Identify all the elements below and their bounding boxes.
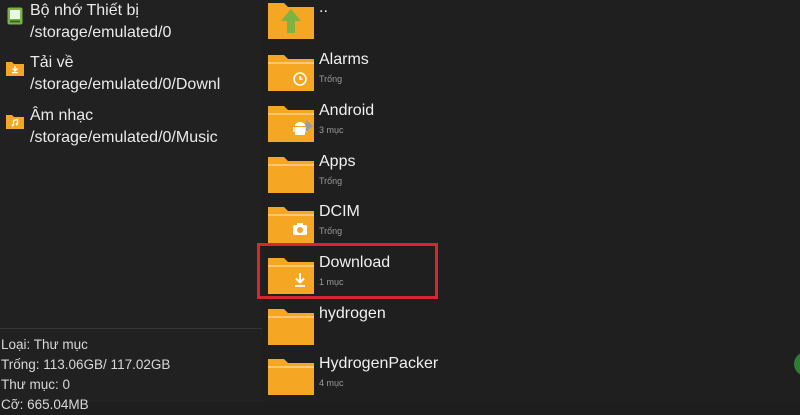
download-folder-icon (6, 59, 24, 77)
music-folder-icon (6, 112, 24, 130)
detail-folder-count: Thư mục: 0 (1, 377, 71, 392)
folder-icon (268, 157, 314, 193)
detail-size: Cỡ: 665.04MB (1, 397, 89, 412)
file-list: .. Alarms Trống Android 3 mục Apps Trống… (262, 0, 800, 403)
file-subtitle: Trống (319, 74, 343, 84)
file-row-apps[interactable]: Apps Trống (262, 150, 800, 200)
camera-icon (268, 207, 314, 243)
bookmark-path: /storage/emulated/0 (30, 24, 172, 41)
bookmark-path: /storage/emulated/0/Downl (30, 76, 221, 93)
file-name: Alarms (319, 51, 369, 68)
details-panel: Loại: Thư mục Trống: 113.06GB/ 117.02GB … (0, 328, 262, 412)
file-row-hydrogenpacker[interactable]: HydrogenPacker 4 mục (262, 352, 800, 402)
folder-icon (268, 359, 314, 395)
file-row-android[interactable]: Android 3 mục (262, 99, 800, 149)
file-row-alarms[interactable]: Alarms Trống (262, 48, 800, 98)
file-name: Apps (319, 153, 356, 170)
bookmarks-panel: Bộ nhớ Thiết bị /storage/emulated/0 Tải … (0, 0, 263, 412)
file-name: hydrogen (319, 305, 386, 322)
bookmark-title: Bộ nhớ Thiết bị (30, 2, 139, 19)
file-name: HydrogenPacker (319, 355, 439, 372)
bookmark-title: Âm nhạc (30, 107, 94, 124)
folder-icon (268, 309, 314, 345)
file-name: DCIM (319, 203, 360, 220)
detail-type: Loại: Thư mục (1, 337, 88, 352)
up-arrow-icon (268, 3, 314, 39)
bookmark-title: Tải về (30, 54, 74, 71)
alarm-icon (268, 55, 314, 91)
file-subtitle: Trống (319, 176, 343, 186)
drag-handle[interactable] (306, 120, 313, 132)
bookmark-music[interactable]: Âm nhạc /storage/emulated/0/Music (0, 105, 262, 149)
detail-free-space: Trống: 113.06GB/ 117.02GB (1, 357, 171, 372)
file-name: Android (319, 102, 375, 119)
bookmark-device-storage[interactable]: Bộ nhớ Thiết bị /storage/emulated/0 (0, 0, 262, 44)
file-name: .. (319, 0, 328, 16)
file-subtitle: 3 mục (319, 125, 344, 135)
storage-icon (6, 7, 24, 25)
file-subtitle: Trống (319, 226, 343, 236)
file-subtitle: 4 mục (319, 378, 344, 388)
bookmark-path: /storage/emulated/0/Music (30, 129, 218, 146)
file-row-hydrogen[interactable]: hydrogen (262, 302, 800, 352)
bookmark-downloads[interactable]: Tải về /storage/emulated/0/Downl (0, 52, 262, 96)
highlight-box (257, 243, 438, 299)
file-row-parent[interactable]: .. (262, 0, 800, 46)
